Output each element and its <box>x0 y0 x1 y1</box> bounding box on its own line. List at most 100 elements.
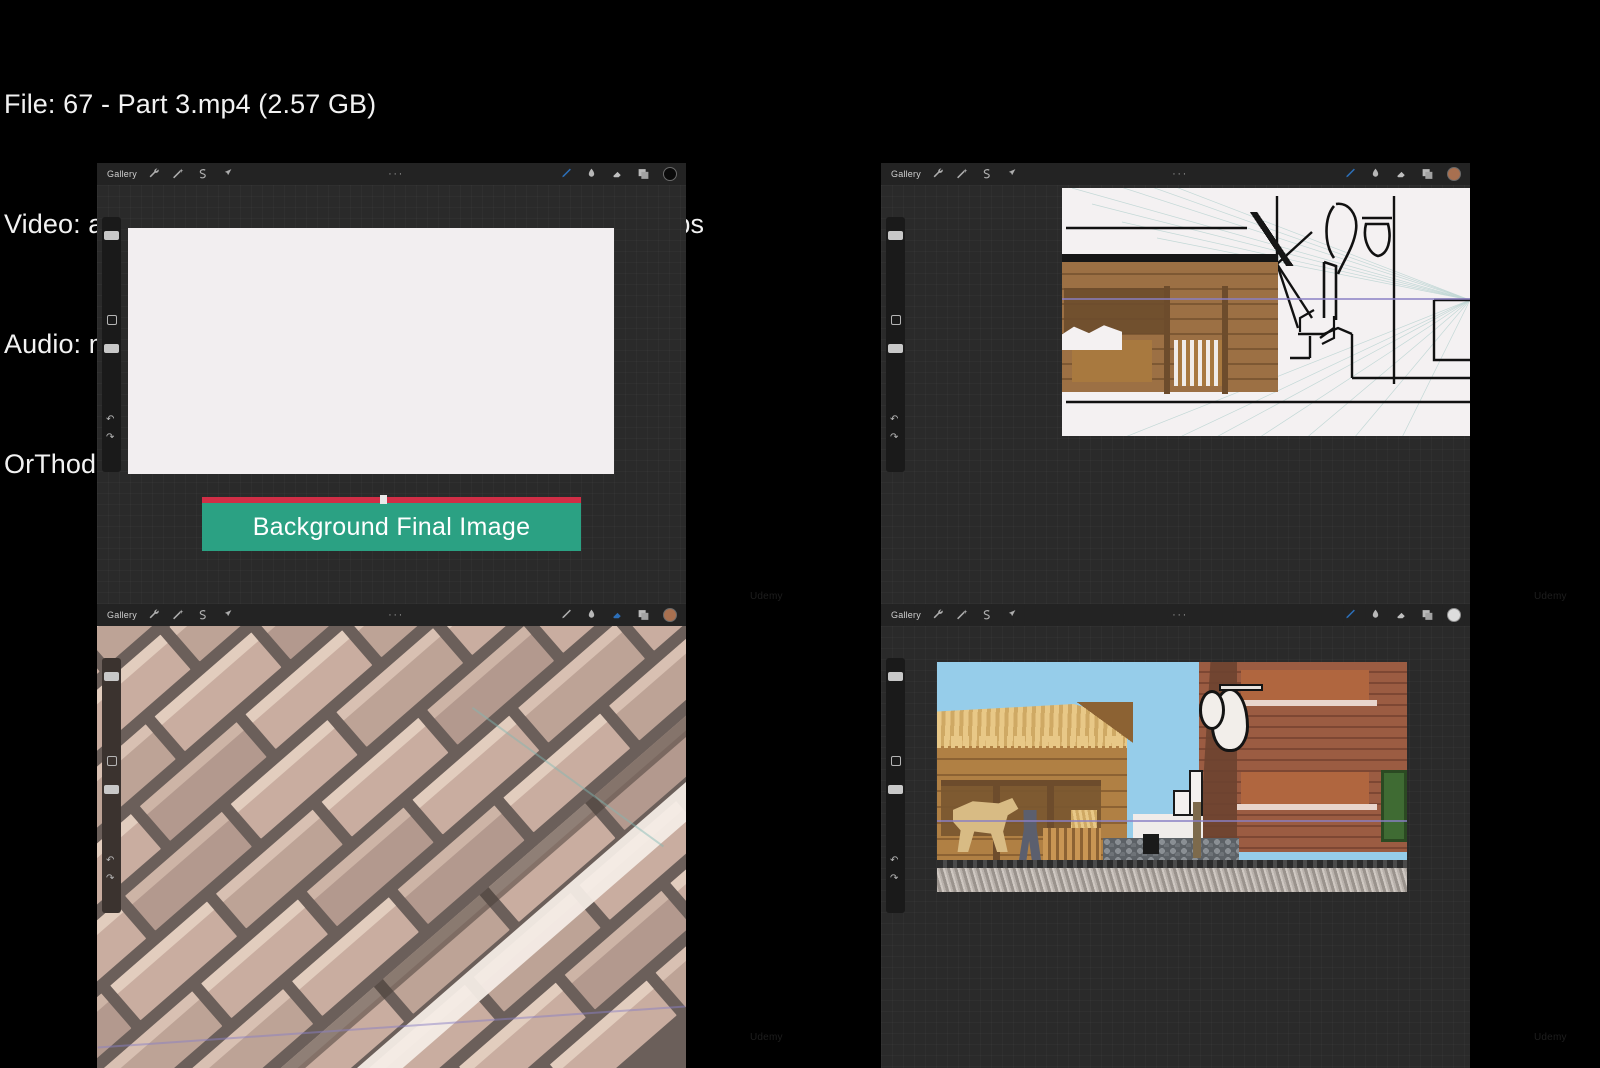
color-swatch[interactable] <box>1447 608 1461 622</box>
smudge-icon[interactable] <box>585 608 598 622</box>
transform-icon[interactable] <box>1004 608 1017 622</box>
magic-wand-icon[interactable] <box>172 167 185 181</box>
layers-icon[interactable] <box>1421 608 1434 622</box>
magic-wand-icon[interactable] <box>956 608 969 622</box>
layers-icon[interactable] <box>637 608 650 622</box>
panel-3-artboard-brick-zoom[interactable] <box>97 626 686 1068</box>
opacity-slider[interactable] <box>888 344 903 353</box>
gallery-button[interactable]: Gallery <box>891 610 921 620</box>
smudge-icon[interactable] <box>1369 608 1382 622</box>
window-shutter-green <box>1381 770 1407 842</box>
brush-icon[interactable] <box>559 608 572 622</box>
brush-size-slider[interactable] <box>104 672 119 681</box>
horizon-guide-line <box>937 820 1407 822</box>
ground-strip <box>937 866 1407 892</box>
screenshot-root: File: 67 - Part 3.mp4 (2.57 GB) Video: a… <box>0 0 1600 1068</box>
redo-button[interactable]: ↷ <box>106 433 114 443</box>
smudge-icon[interactable] <box>585 167 598 181</box>
smudge-icon[interactable] <box>1369 167 1382 181</box>
panel-2-toolbar: Gallery ··· <box>881 163 1470 185</box>
wrench-icon[interactable] <box>932 167 945 181</box>
panel-4-canvas-area[interactable]: ↶ ↷ <box>881 626 1470 1068</box>
panel-1-artboard[interactable] <box>128 228 614 474</box>
color-swatch[interactable] <box>663 608 677 622</box>
modify-button[interactable] <box>106 756 117 766</box>
brush-icon[interactable] <box>1343 167 1356 181</box>
brush-size-slider[interactable] <box>104 231 119 240</box>
toolbar-right-group <box>1343 608 1470 622</box>
transform-icon[interactable] <box>220 167 233 181</box>
selection-icon[interactable] <box>196 167 209 181</box>
panel-1-side-rail: ↶ ↷ <box>102 217 121 472</box>
overflow-menu-button[interactable]: ··· <box>388 169 404 180</box>
opacity-slider[interactable] <box>104 344 119 353</box>
eraser-icon[interactable] <box>611 608 624 622</box>
opacity-slider[interactable] <box>104 785 119 794</box>
brush-size-slider[interactable] <box>888 672 903 681</box>
brush-icon[interactable] <box>559 167 572 181</box>
panel-2-side-rail: ↶ ↷ <box>886 217 905 472</box>
panel-1-procreate: Gallery ··· ↶ ↷ Background Final Image <box>97 163 686 604</box>
gallery-button[interactable]: Gallery <box>891 169 921 179</box>
horizon-guide-line <box>1062 298 1470 300</box>
undo-button[interactable]: ↶ <box>106 415 114 425</box>
magic-wand-icon[interactable] <box>956 167 969 181</box>
barn-roof-slope-edge <box>1065 702 1133 750</box>
overflow-menu-button[interactable]: ··· <box>388 610 404 621</box>
modify-button[interactable] <box>890 315 901 325</box>
eraser-icon[interactable] <box>1395 167 1408 181</box>
wrench-icon[interactable] <box>148 167 161 181</box>
panel-2-canvas-area[interactable]: ↶ ↷ <box>881 185 1470 604</box>
panel-1-canvas-area[interactable]: ↶ ↷ Background Final Image <box>97 185 686 604</box>
layers-icon[interactable] <box>1421 167 1434 181</box>
redo-button[interactable]: ↷ <box>106 874 114 884</box>
undo-button[interactable]: ↶ <box>106 856 114 866</box>
eraser-icon[interactable] <box>611 167 624 181</box>
modify-button[interactable] <box>106 315 117 325</box>
toolbar-right-group <box>1343 167 1470 181</box>
transform-icon[interactable] <box>1004 167 1017 181</box>
panel-3-procreate: Gallery ··· ↶ ↷ <box>97 604 686 1068</box>
barn-post-right <box>1222 286 1228 394</box>
eraser-icon[interactable] <box>1395 608 1408 622</box>
title-banner: Background Final Image <box>202 503 581 551</box>
color-swatch[interactable] <box>663 167 677 181</box>
selection-icon[interactable] <box>980 608 993 622</box>
toolbar-left-group: Gallery <box>881 167 1017 181</box>
redo-button[interactable]: ↷ <box>890 874 898 884</box>
brush-icon[interactable] <box>1343 608 1356 622</box>
opacity-slider[interactable] <box>888 785 903 794</box>
wrench-icon[interactable] <box>932 608 945 622</box>
redo-button[interactable]: ↷ <box>890 433 898 443</box>
layers-icon[interactable] <box>637 167 650 181</box>
overflow-menu-button[interactable]: ··· <box>1172 169 1188 180</box>
panel-4-artboard-final[interactable] <box>937 662 1407 892</box>
watermark-panel-3: Udemy <box>750 1032 783 1043</box>
watermark-panel-1: Udemy <box>750 591 783 602</box>
modify-button[interactable] <box>890 756 901 766</box>
wrench-icon[interactable] <box>148 608 161 622</box>
toolbar-center-group: ··· <box>1017 610 1343 621</box>
panel-2-artboard-lineart[interactable] <box>1062 188 1470 436</box>
panel-3-canvas-area[interactable]: ↶ ↷ <box>97 626 686 1068</box>
video-progress-bar[interactable] <box>202 495 581 504</box>
wood-curb <box>1193 802 1201 858</box>
progress-knob[interactable] <box>380 495 388 504</box>
toolbar-right-group <box>559 608 686 622</box>
street-post <box>1143 834 1159 854</box>
watermark-panel-2: Udemy <box>1534 591 1567 602</box>
magic-wand-icon[interactable] <box>172 608 185 622</box>
overflow-menu-button[interactable]: ··· <box>1172 610 1188 621</box>
brush-size-slider[interactable] <box>888 231 903 240</box>
brick-ledge-lower <box>1237 804 1377 810</box>
selection-icon[interactable] <box>980 167 993 181</box>
barn-beam <box>941 780 1101 786</box>
toolbar-right-group <box>559 167 686 181</box>
undo-button[interactable]: ↶ <box>890 856 898 866</box>
selection-icon[interactable] <box>196 608 209 622</box>
transform-icon[interactable] <box>220 608 233 622</box>
gallery-button[interactable]: Gallery <box>107 169 137 179</box>
color-swatch[interactable] <box>1447 167 1461 181</box>
gallery-button[interactable]: Gallery <box>107 610 137 620</box>
undo-button[interactable]: ↶ <box>890 415 898 425</box>
